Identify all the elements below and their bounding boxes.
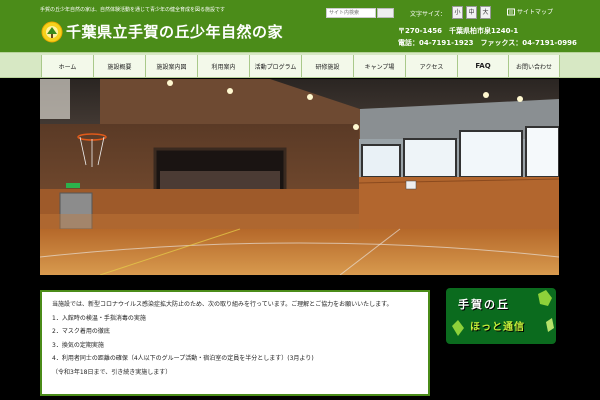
notice-item-3: 3．換気の定期実施 [52,341,104,349]
tel-fax: 電話：04-7191-1923 ファックス：04-7191-0996 [398,39,577,47]
site-tagline: 手賀の丘少年自然の家は、自然体験活動を通じて青少年の健全育成を図る施設です [40,7,226,13]
notice-box: 当施設では、新型コロナウイルス感染症拡大防止のため、次の取り組みを行っています。… [40,290,430,396]
nav-item-usage[interactable]: 利用案内 [197,55,249,77]
nav-item-camp[interactable]: キャンプ場 [353,55,405,77]
fontsize-small-button[interactable]: 小 [452,6,463,19]
sitemap-label: サイトマップ [517,9,554,16]
search-input[interactable] [326,8,376,18]
gymnasium-illustration [40,79,559,275]
notice-item-2: 2．マスク着用の徹底 [52,328,110,335]
sun-logo-icon[interactable] [41,21,63,43]
fontsize-label: 文字サイズ： [410,11,446,18]
address: 〒270-1456 千葉県柏市泉1240-1 [398,27,519,35]
main-nav: ホーム 施設概要 施設案内図 利用案内 活動プログラム 研修施設 キャンプ場 ア… [0,52,600,78]
nav-item-training[interactable]: 研修施設 [301,55,353,77]
notice-intro: 当施設では、新型コロナウイルス感染症拡大防止のため、次の取り組みを行っています。… [52,301,393,308]
fontsize-medium-button[interactable]: 中 [466,6,477,19]
site-header: 手賀の丘少年自然の家は、自然体験活動を通じて青少年の健全育成を図る施設です 千葉… [0,0,600,52]
nav-item-faq[interactable]: FAQ [457,55,508,77]
nav-item-programs[interactable]: 活動プログラム [249,55,301,77]
notice-item-4: 4．利用者同士の距離の確保（4人以下のグループ活動・宿泊室の定員を半分とします）… [52,355,314,362]
notice-item-1: 1．入館時の検温・手指消毒の実施 [52,314,146,322]
nav-item-overview[interactable]: 施設概要 [93,55,145,77]
fontsize-large-button[interactable]: 大 [480,6,491,19]
sitemap-icon [507,8,515,15]
search-button[interactable] [377,8,394,18]
nav-item-access[interactable]: アクセス [405,55,457,77]
nav-item-home[interactable]: ホーム [41,55,93,77]
banner-title: 手賀の丘 [458,298,510,311]
sitemap-link[interactable]: サイトマップ [507,7,553,16]
nav-item-contact[interactable]: お問い合わせ [508,55,560,77]
site-title[interactable]: 千葉県立手賀の丘少年自然の家 [66,21,283,42]
nav-item-facility-map[interactable]: 施設案内図 [145,55,197,77]
newsletter-banner[interactable]: 手賀の丘 ほっと通信 [446,288,556,344]
hero-gymnasium-image [40,79,559,275]
banner-subtitle: ほっと通信 [470,322,525,333]
notice-footnote: （令和3年18日まで、引き続き実施します） [52,368,172,376]
